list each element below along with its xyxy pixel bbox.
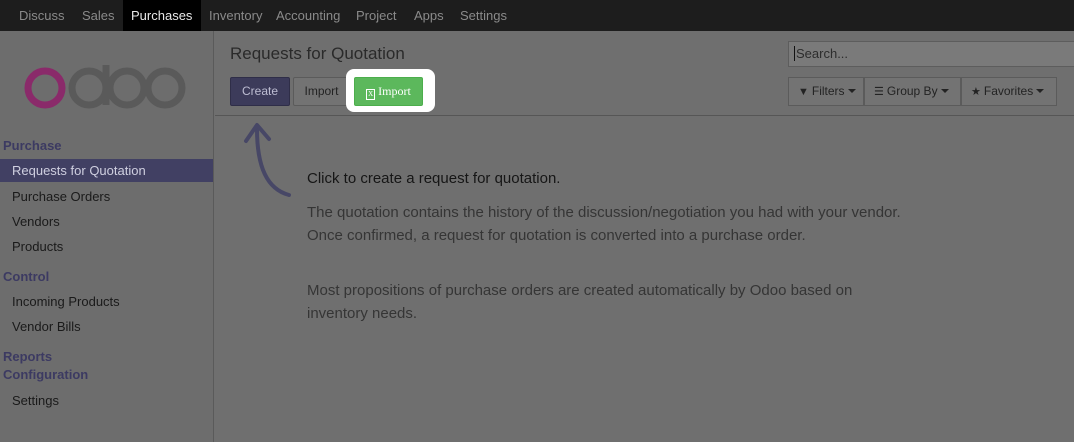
- favorites-dropdown[interactable]: ★ Favorites: [961, 77, 1057, 106]
- group-by-dropdown[interactable]: ☰ Group By: [864, 77, 961, 106]
- help-paragraph: Most propositions of purchase orders are…: [307, 282, 853, 322]
- group-by-label: Group By: [886, 84, 938, 98]
- sidebar-section-reports[interactable]: Reports: [3, 349, 52, 364]
- filters-dropdown[interactable]: ▼ Filters: [788, 77, 864, 106]
- odoo-logo[interactable]: [20, 63, 190, 115]
- import-button[interactable]: Import: [293, 77, 350, 106]
- menu-sales[interactable]: Sales: [76, 0, 121, 31]
- menu-apps[interactable]: Apps: [408, 0, 450, 31]
- top-navbar: Discuss Sales Purchases Inventory Accoun…: [0, 0, 1074, 31]
- create-button[interactable]: Create: [230, 77, 290, 106]
- filters-label: Filters: [811, 84, 845, 98]
- sidebar-section-purchase[interactable]: Purchase: [3, 138, 62, 153]
- search-input[interactable]: Search...: [788, 41, 1074, 67]
- menu-accounting[interactable]: Accounting: [270, 0, 346, 31]
- sidebar-section-control[interactable]: Control: [3, 269, 49, 284]
- chevron-down-icon: [940, 89, 949, 93]
- menu-purchases[interactable]: Purchases: [123, 0, 201, 31]
- page-title: Requests for Quotation: [230, 44, 405, 63]
- control-panel: Requests for Quotation Create Import X Im…: [215, 31, 1074, 116]
- star-icon: ★: [971, 86, 981, 98]
- main-content: Requests for Quotation Create Import X Im…: [215, 31, 1074, 442]
- menu-inventory[interactable]: Inventory: [203, 0, 268, 31]
- text-cursor: [794, 46, 795, 61]
- chevron-down-icon: [847, 89, 856, 93]
- chevron-down-icon: [1036, 89, 1045, 93]
- sidebar-item-requests-for-quotation[interactable]: Requests for Quotation: [0, 159, 213, 182]
- menu-settings[interactable]: Settings: [454, 0, 513, 31]
- sidebar-item-vendors[interactable]: Vendors: [0, 210, 213, 233]
- filter-icon: ▼: [798, 86, 809, 98]
- import-highlighted-label: Import: [378, 84, 411, 98]
- sidebar-item-settings[interactable]: Settings: [0, 389, 213, 412]
- file-excel-icon: X: [366, 89, 376, 100]
- menu-project[interactable]: Project: [350, 0, 402, 31]
- sidebar-item-vendor-bills[interactable]: Vendor Bills: [0, 315, 213, 338]
- sidebar-item-incoming-products[interactable]: Incoming Products: [0, 290, 213, 313]
- sidebar-item-products[interactable]: Products: [0, 235, 213, 258]
- sidebar-item-purchase-orders[interactable]: Purchase Orders: [0, 185, 213, 208]
- help-paragraph: The quotation contains the history of th…: [307, 204, 901, 244]
- favorites-label: Favorites: [983, 84, 1034, 98]
- list-icon: ☰: [874, 86, 884, 98]
- help-title: Click to create a request for quotation.: [307, 170, 561, 187]
- search-placeholder: Search...: [796, 46, 849, 61]
- import-highlighted-button[interactable]: X Import: [354, 77, 423, 106]
- sidebar: Purchase Requests for Quotation Purchase…: [0, 31, 214, 442]
- menu-discuss[interactable]: Discuss: [13, 0, 71, 31]
- arrow-icon: [244, 123, 291, 197]
- sidebar-section-configuration[interactable]: Configuration: [3, 367, 88, 382]
